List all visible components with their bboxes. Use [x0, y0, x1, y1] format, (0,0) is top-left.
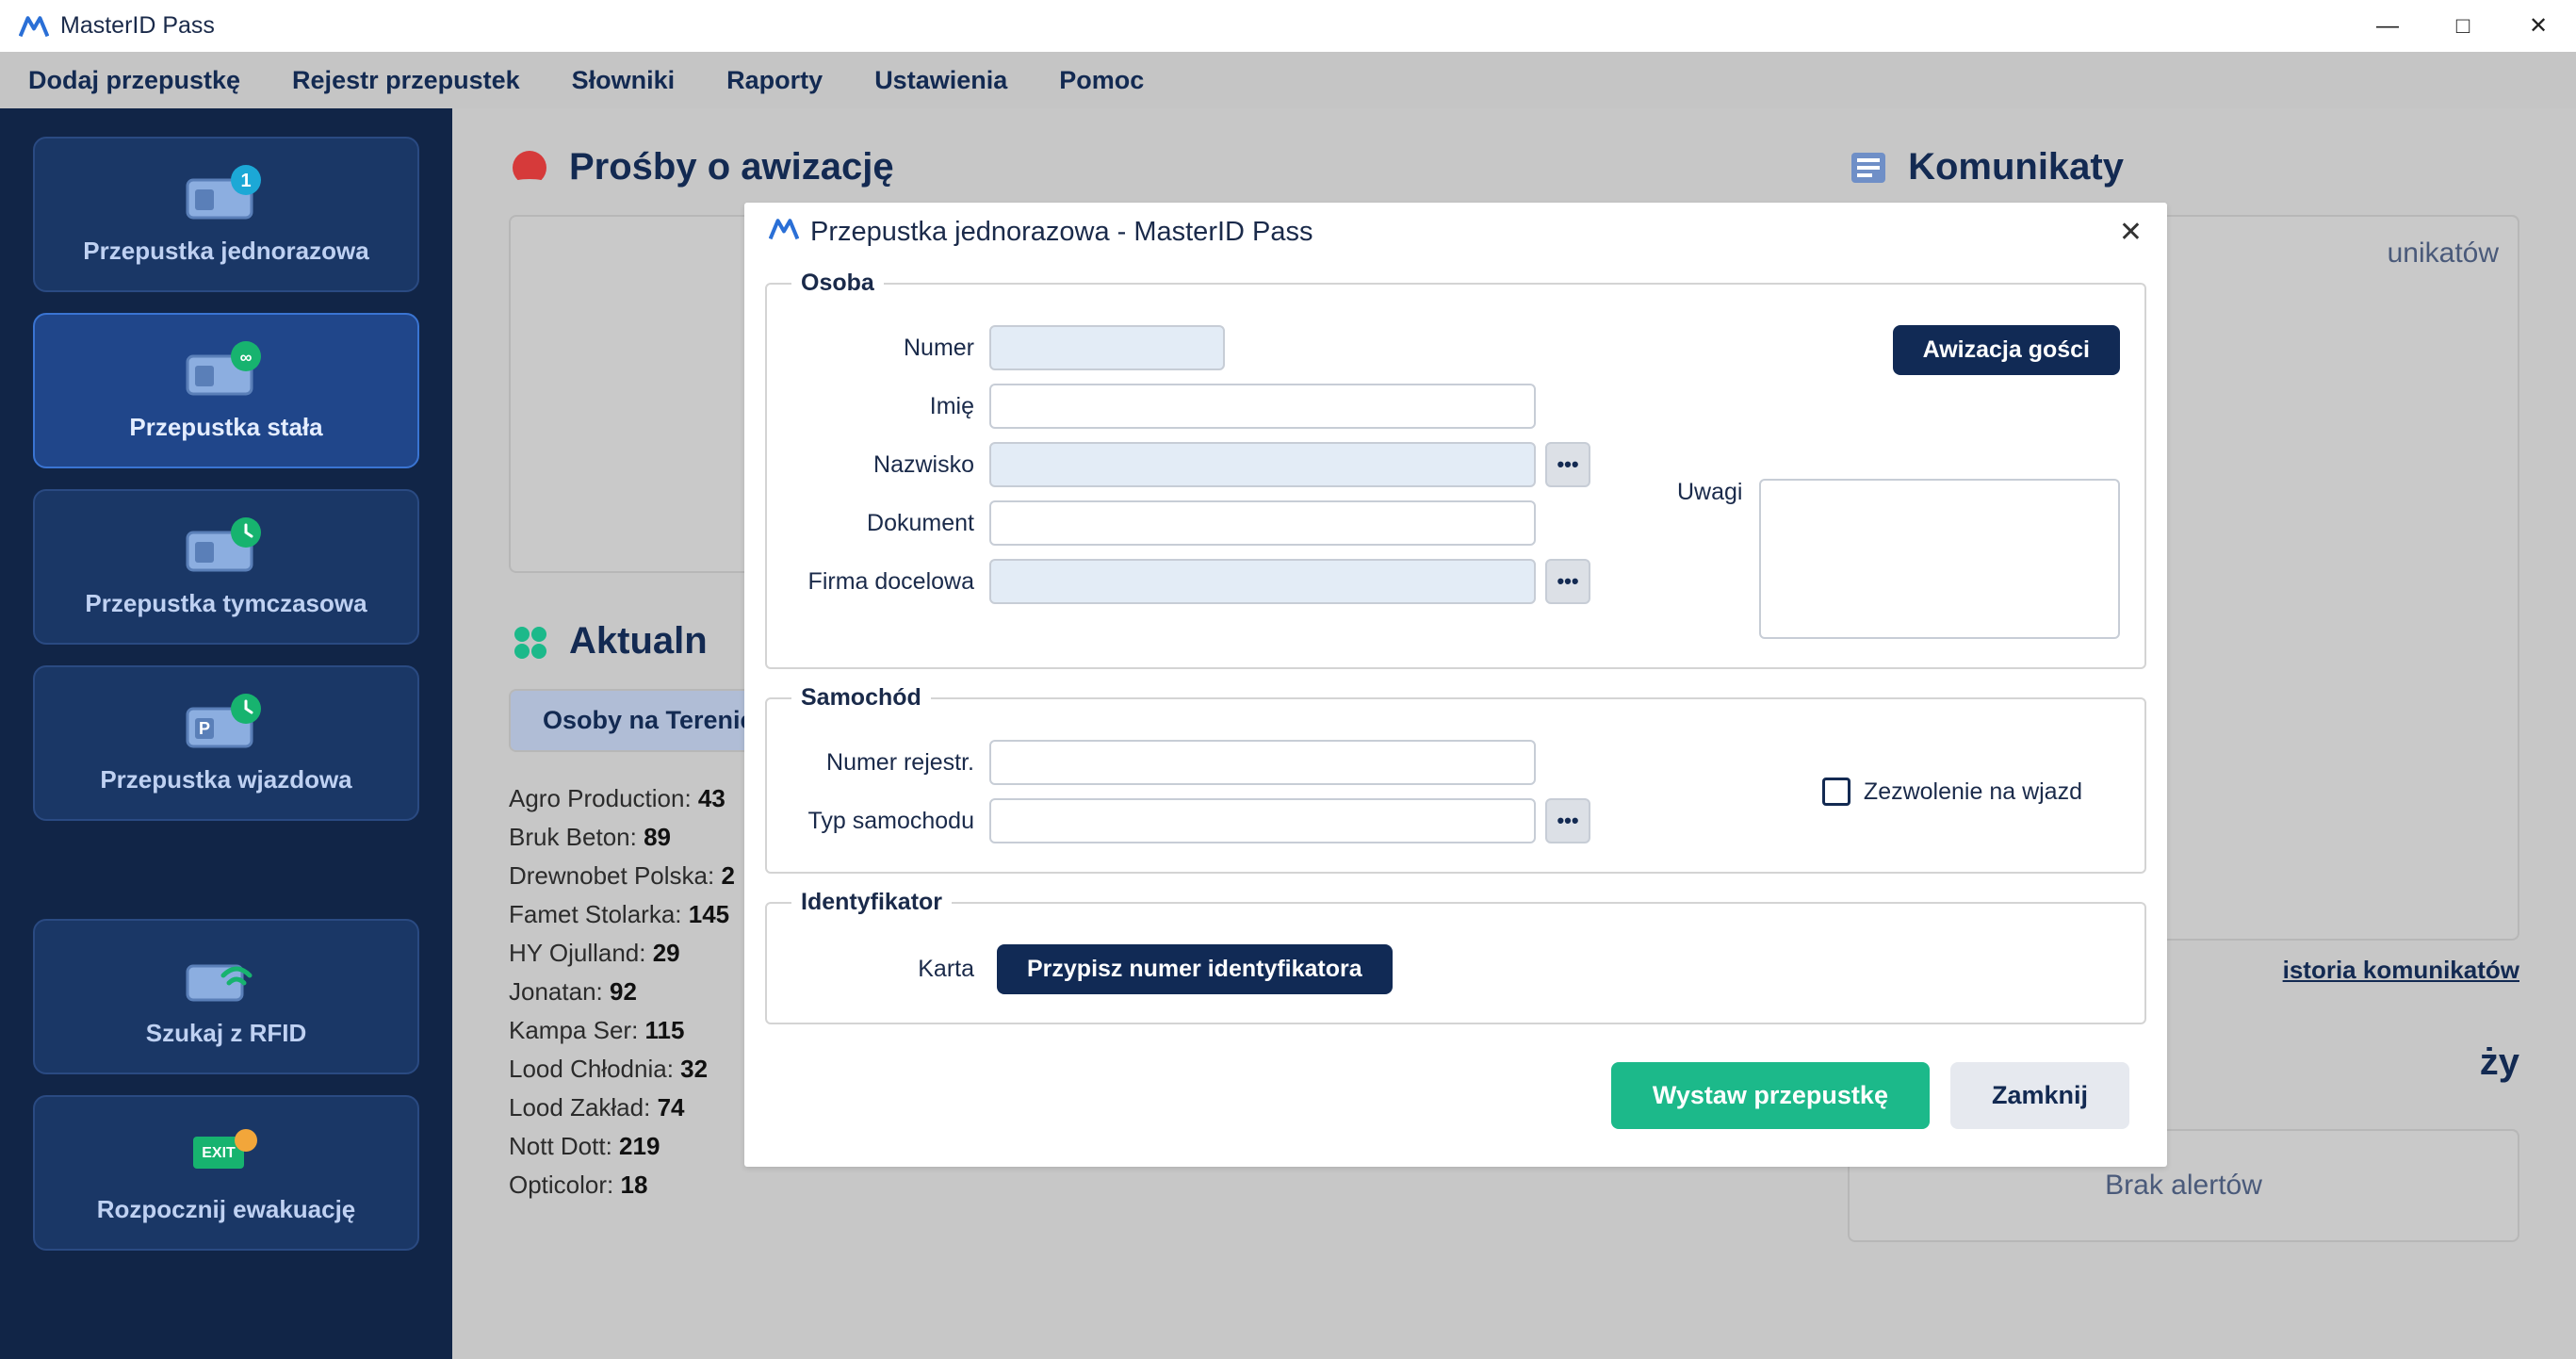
vehicle-type-input[interactable]	[989, 798, 1536, 843]
sidebar-item-label: Przepustka wjazdowa	[100, 765, 351, 794]
rfid-icon	[184, 941, 269, 1009]
guest-notification-button[interactable]: Awizacja gości	[1893, 325, 2120, 375]
svg-text:P: P	[199, 719, 210, 738]
target-company-lookup-button[interactable]: •••	[1545, 559, 1590, 604]
sidebar-item-start-evacuation[interactable]: EXIT Rozpocznij ewakuację	[33, 1095, 419, 1251]
menu-help[interactable]: Pomoc	[1059, 66, 1144, 95]
label-entry-permit: Zezwolenie na wjazd	[1864, 778, 2082, 806]
window-minimize-button[interactable]: —	[2350, 0, 2425, 52]
vehicle-group: Samochód Numer rejestr. Typ samochodu ••…	[765, 684, 2146, 874]
label-vehicle-type: Typ samochodu	[791, 808, 980, 835]
menubar: Dodaj przepustkę Rejestr przepustek Słow…	[0, 52, 2576, 108]
messages-title: Komunikaty	[1848, 146, 2519, 188]
entry-permit-checkbox[interactable]	[1822, 778, 1850, 806]
menu-dictionaries[interactable]: Słowniki	[572, 66, 676, 95]
sidebar-item-label: Przepustka stała	[129, 413, 322, 442]
window-title: MasterID Pass	[60, 12, 215, 40]
badge-infinity-icon: ∞	[184, 336, 269, 403]
main-content: Prośby o awizację Aktualn Osoby na Teren…	[452, 108, 2576, 1359]
label-target-company: Firma docelowa	[791, 568, 980, 596]
label-notes: Uwagi	[1677, 479, 1742, 639]
notes-textarea[interactable]	[1759, 479, 2120, 639]
app-logo-icon	[769, 217, 799, 248]
window-close-button[interactable]: ✕	[2501, 0, 2576, 52]
label-document: Dokument	[791, 510, 980, 537]
document-input[interactable]	[989, 500, 1536, 546]
sidebar-item-label: Szukaj z RFID	[146, 1019, 306, 1048]
exit-icon: EXIT	[184, 1118, 269, 1186]
status-row: Opticolor: 18	[509, 1171, 1791, 1200]
reg-number-input[interactable]	[989, 740, 1536, 785]
svg-text:1: 1	[240, 171, 251, 191]
badge-clock-icon	[184, 512, 269, 580]
identifier-legend: Identyfikator	[791, 889, 952, 916]
window-maximize-button[interactable]: □	[2425, 0, 2501, 52]
one-time-pass-dialog: Przepustka jednorazowa - MasterID Pass ✕…	[744, 203, 2167, 1167]
app-logo-icon	[19, 15, 49, 38]
person-legend: Osoba	[791, 270, 884, 297]
messages-partial-text: unikatów	[2388, 237, 2499, 270]
issue-pass-button[interactable]: Wystaw przepustkę	[1611, 1062, 1930, 1129]
sidebar-item-permanent-pass[interactable]: ∞ Przepustka stała	[33, 313, 419, 468]
sidebar-item-label: Przepustka tymczasowa	[85, 589, 367, 618]
menu-add-pass[interactable]: Dodaj przepustkę	[28, 66, 240, 95]
alerts-empty-text: Brak alertów	[2105, 1170, 2262, 1202]
menu-pass-registry[interactable]: Rejestr przepustek	[292, 66, 520, 95]
label-lastname: Nazwisko	[791, 451, 980, 479]
target-company-input[interactable]	[989, 559, 1536, 604]
svg-text:EXIT: EXIT	[202, 1145, 236, 1161]
badge-one-icon: 1	[184, 159, 269, 227]
sidebar-item-one-time-pass[interactable]: 1 Przepustka jednorazowa	[33, 137, 419, 292]
titlebar: MasterID Pass — □ ✕	[0, 0, 2576, 52]
label-reg-number: Numer rejestr.	[791, 749, 980, 777]
identifier-group: Identyfikator Karta Przypisz numer ident…	[765, 889, 2146, 1024]
person-group: Osoba Numer Imię Nazwisko	[765, 270, 2146, 669]
sidebar-item-label: Przepustka jednorazowa	[83, 237, 368, 266]
lastname-lookup-button[interactable]: •••	[1545, 442, 1590, 487]
vehicle-legend: Samochód	[791, 684, 931, 712]
messages-icon	[1848, 147, 1889, 188]
sidebar-item-rfid-search[interactable]: Szukaj z RFID	[33, 919, 419, 1074]
label-firstname: Imię	[791, 393, 980, 420]
vehicle-type-lookup-button[interactable]: •••	[1545, 798, 1590, 843]
lastname-input[interactable]	[989, 442, 1536, 487]
requests-title: Prośby o awizację	[509, 146, 1791, 188]
sidebar: 1 Przepustka jednorazowa ∞ Przepustka st…	[0, 108, 452, 1359]
label-card: Karta	[791, 956, 980, 983]
dialog-close-button[interactable]: ✕	[2119, 216, 2143, 249]
label-number: Numer	[791, 335, 980, 362]
close-dialog-button[interactable]: Zamknij	[1950, 1062, 2129, 1129]
sidebar-item-label: Rozpocznij ewakuację	[97, 1195, 356, 1224]
menu-reports[interactable]: Raporty	[726, 66, 823, 95]
assign-id-button[interactable]: Przypisz numer identyfikatora	[997, 944, 1393, 994]
number-input[interactable]	[989, 325, 1225, 370]
menu-settings[interactable]: Ustawienia	[874, 66, 1007, 95]
firstname-input[interactable]	[989, 384, 1536, 429]
sidebar-item-vehicle-pass[interactable]: P Przepustka wjazdowa	[33, 665, 419, 821]
dialog-title: Przepustka jednorazowa - MasterID Pass	[810, 217, 1313, 248]
svg-text:∞: ∞	[240, 348, 253, 367]
badge-parking-icon: P	[184, 688, 269, 756]
sidebar-item-temp-pass[interactable]: Przepustka tymczasowa	[33, 489, 419, 645]
red-sphere-icon	[509, 147, 550, 188]
people-status-icon	[509, 621, 550, 663]
